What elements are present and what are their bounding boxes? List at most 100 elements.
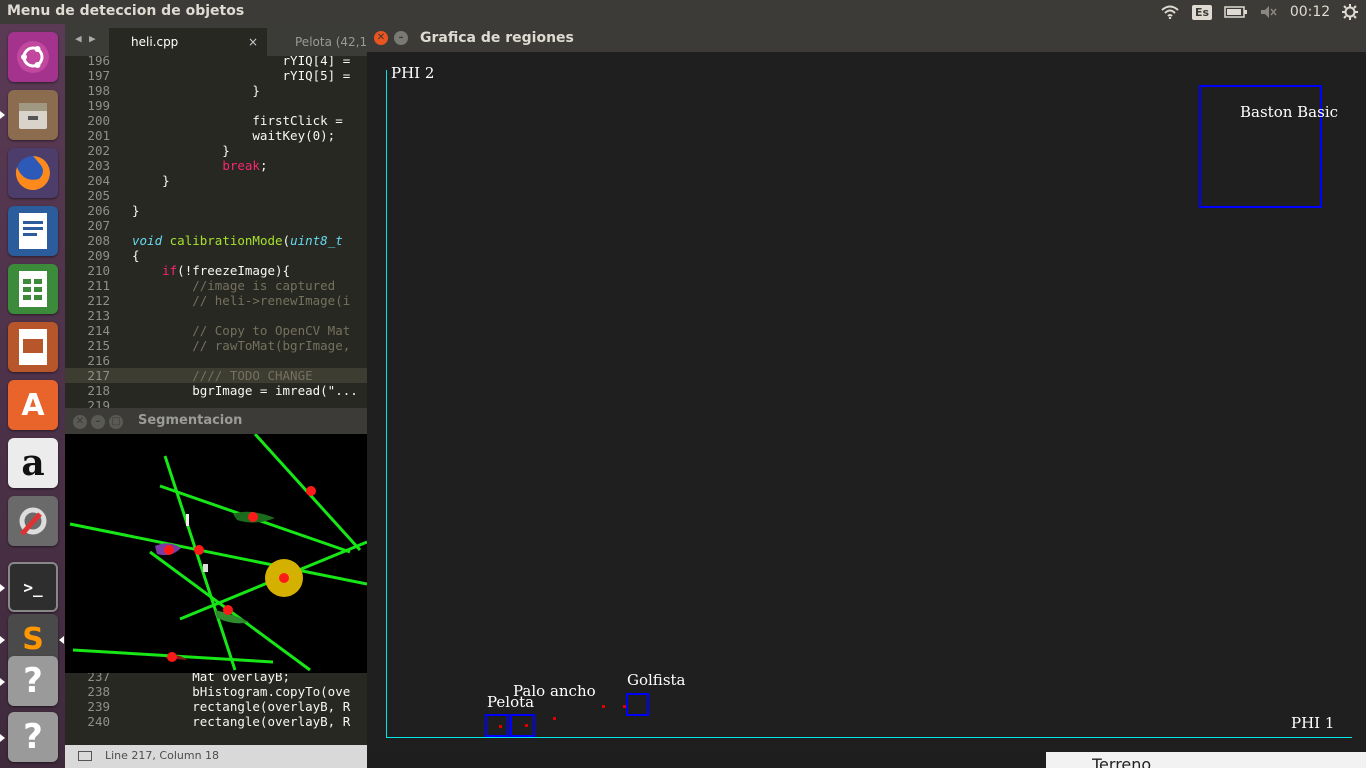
- y-axis: [386, 70, 387, 738]
- shopping-bag-icon: A: [21, 387, 45, 423]
- amazon-icon: a: [21, 442, 45, 484]
- line-number: 204: [87, 173, 110, 188]
- launcher-amazon[interactable]: a: [8, 438, 58, 488]
- question-icon: ?: [23, 661, 43, 701]
- code-line: 214 // Copy to OpenCV Mat: [65, 323, 367, 338]
- launcher-libreoffice-impress[interactable]: [8, 322, 58, 372]
- impress-icon: [19, 329, 47, 365]
- wifi-icon[interactable]: [1159, 0, 1181, 24]
- code-line: 205: [65, 188, 367, 203]
- code-area[interactable]: 196 rYIQ[4] = 197 rYIQ[5] = 198 } 199 200 fi…: [65, 56, 367, 408]
- region-label-pelota: Pelota: [487, 693, 535, 711]
- launcher-libreoffice-writer[interactable]: [8, 206, 58, 256]
- line-number: 238: [87, 684, 110, 699]
- top-panel: Menu de deteccion de objetos Es 00:12: [0, 0, 1366, 24]
- code-area-lower[interactable]: 237 Mat overlayB; 238 bHistogram.copyTo(o…: [65, 669, 367, 745]
- data-point: [623, 705, 626, 708]
- code-line: 198 }: [65, 83, 367, 98]
- line-number: 212: [87, 293, 110, 308]
- code-text: // Copy to OpenCV Mat: [132, 323, 351, 338]
- code-text: rectangle(overlayB, R: [132, 714, 351, 729]
- launcher-software-center[interactable]: A: [8, 380, 58, 430]
- region-box-golfista: [626, 693, 649, 716]
- window-title: Segmentacion: [138, 413, 243, 428]
- code-line: 199: [65, 98, 367, 113]
- window-title: Grafica de regiones: [420, 30, 574, 46]
- line-number: 199: [87, 98, 110, 113]
- maximize-button[interactable]: □: [109, 415, 123, 429]
- code-text: // rawToMat(bgrImage,: [132, 338, 351, 353]
- launcher: A a >_ S ? ?: [0, 24, 65, 768]
- code-line: 217 //// TODO CHANGE: [65, 368, 367, 383]
- tab-heli-cpp[interactable]: heli.cpp ×: [109, 28, 267, 56]
- launcher-system-settings[interactable]: [8, 496, 58, 546]
- panel-toggle-icon[interactable]: [78, 751, 92, 761]
- code-line: 215 // rawToMat(bgrImage,: [65, 338, 367, 353]
- code-line: 208 void calibrationMode(uint8_t: [65, 233, 367, 248]
- editor-status-bar: Line 217, Column 18: [65, 745, 367, 768]
- line-number: 215: [87, 338, 110, 353]
- keyboard-icon[interactable]: Es: [1190, 0, 1214, 24]
- tab-close-icon[interactable]: ×: [248, 28, 258, 56]
- launcher-terminal[interactable]: >_: [8, 562, 58, 612]
- cursor-position: Line 217, Column 18: [105, 749, 220, 762]
- code-text: void calibrationMode(uint8_t: [132, 233, 343, 248]
- code-line: 239 rectangle(overlayB, R: [65, 699, 367, 714]
- data-point: [602, 705, 605, 708]
- code-text: bHistogram.copyTo(ove: [132, 684, 351, 699]
- code-line: 206}: [65, 203, 367, 218]
- x-axis-label: PHI 1: [1291, 714, 1335, 732]
- grafica-regiones-window[interactable]: ✕ – Grafica de regiones PHI 2 PHI 1 Bast…: [367, 24, 1366, 752]
- plot-area: PHI 2 PHI 1 Baston Basic Golfista Palo a…: [367, 52, 1366, 752]
- minimize-button[interactable]: –: [394, 31, 408, 45]
- region-box-pelota: [485, 714, 509, 737]
- tab-label: heli.cpp: [131, 35, 179, 49]
- x-axis: [386, 737, 1352, 738]
- launcher-libreoffice-calc[interactable]: [8, 264, 58, 314]
- code-text: //image is captured: [132, 278, 336, 293]
- code-line: 197 rYIQ[5] =: [65, 68, 367, 83]
- volume-muted-icon[interactable]: [1257, 0, 1281, 24]
- region-label-golfista: Golfista: [627, 671, 686, 689]
- tab-nav-right-icon[interactable]: ▶: [89, 32, 96, 45]
- code-line: 238 bHistogram.copyTo(ove: [65, 684, 367, 699]
- line-number: 198: [87, 83, 110, 98]
- launcher-unknown-app-1[interactable]: ?: [8, 656, 58, 706]
- close-button[interactable]: ✕: [374, 31, 388, 45]
- code-text: // heli->renewImage(i: [132, 293, 351, 308]
- line-number: 196: [87, 56, 110, 68]
- grafica-titlebar[interactable]: ✕ – Grafica de regiones: [367, 24, 1366, 52]
- tab-pelota[interactable]: Pelota (42,15: [271, 28, 367, 56]
- launcher-unknown-app-2[interactable]: ?: [8, 712, 58, 762]
- minimize-button[interactable]: –: [91, 415, 105, 429]
- close-button[interactable]: ✕: [73, 415, 87, 429]
- code-line: 200 firstClick =: [65, 113, 367, 128]
- code-line: 212 // heli->renewImage(i: [65, 293, 367, 308]
- segmentation-window[interactable]: ✕ – □ Segmentacion: [65, 408, 367, 673]
- tab-nav-left-icon[interactable]: ◀: [75, 32, 82, 45]
- launcher-firefox[interactable]: [8, 148, 58, 198]
- firefox-icon: [15, 156, 50, 190]
- code-line: 203 break;: [65, 158, 367, 173]
- editor-tab-bar: ◀ ▶ heli.cpp × Pelota (42,15: [65, 24, 367, 56]
- code-text: waitKey(0);: [132, 128, 336, 143]
- code-text: bgrImage = imread("...: [132, 383, 358, 398]
- code-text: {: [132, 248, 140, 263]
- sublime-icon: S: [22, 621, 44, 657]
- settings-gear-icon[interactable]: [1338, 0, 1362, 24]
- launcher-files[interactable]: [8, 90, 58, 140]
- battery-icon[interactable]: [1223, 0, 1249, 24]
- segmentation-titlebar[interactable]: ✕ – □ Segmentacion: [65, 408, 367, 434]
- line-number: 210: [87, 263, 110, 278]
- data-point: [553, 717, 556, 720]
- line-number: 197: [87, 68, 110, 83]
- launcher-ubuntu-dash[interactable]: [8, 32, 58, 82]
- code-line: 201 waitKey(0);: [65, 128, 367, 143]
- line-number: 219: [87, 398, 110, 408]
- line-number: 213: [87, 308, 110, 323]
- wrench-gear-icon: [19, 507, 47, 536]
- line-number: 206: [87, 203, 110, 218]
- code-text: }: [132, 173, 170, 188]
- region-box-palo-ancho: [510, 714, 535, 737]
- clock[interactable]: 00:12: [1290, 0, 1330, 24]
